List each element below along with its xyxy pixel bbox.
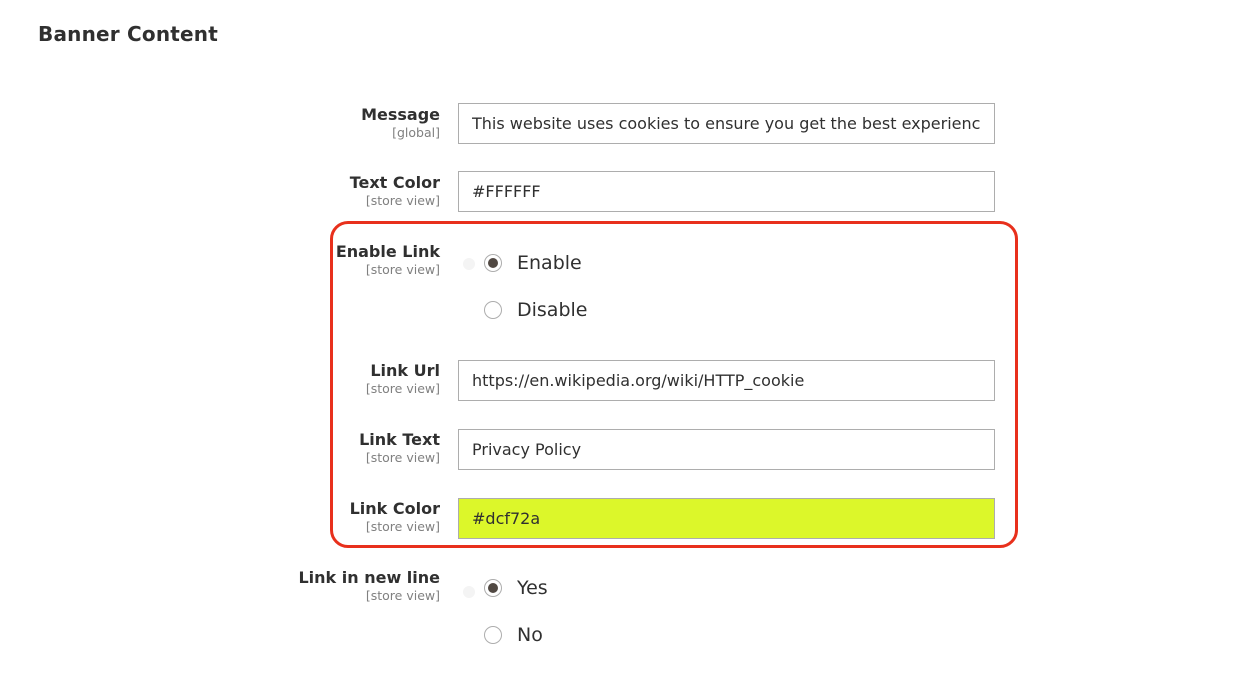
link-new-line-label-group: Link in new line [store view]: [298, 567, 440, 603]
link-text-label: Link Text: [359, 430, 440, 449]
link-color-label-group: Link Color [store view]: [350, 498, 440, 534]
text-color-label: Text Color: [349, 173, 440, 192]
link-url-input[interactable]: [458, 360, 995, 401]
link-new-line-decoration: [463, 586, 475, 598]
link-text-input[interactable]: [458, 429, 995, 470]
enable-link-label-group: Enable Link [store view]: [336, 241, 440, 277]
link-new-line-scope: [store view]: [365, 588, 440, 603]
message-label: Message: [361, 105, 440, 124]
link-url-label-group: Link Url [store view]: [366, 360, 440, 396]
link-color-input[interactable]: [458, 498, 995, 539]
enable-link-decoration: [463, 258, 475, 270]
link-text-scope: [store view]: [365, 450, 440, 465]
text-color-input[interactable]: [458, 171, 995, 212]
radio-enable-link-enable[interactable]: Enable: [484, 251, 582, 275]
radio-enable-link-disable[interactable]: Disable: [484, 298, 587, 322]
link-text-label-group: Link Text [store view]: [359, 429, 440, 465]
link-url-label: Link Url: [370, 361, 440, 380]
radio-link-new-line-no[interactable]: No: [484, 623, 543, 647]
text-color-label-group: Text Color [store view]: [350, 172, 440, 208]
link-url-scope: [store view]: [365, 381, 440, 396]
radio-unchecked-icon[interactable]: [484, 301, 502, 319]
enable-link-scope: [store view]: [365, 262, 440, 277]
link-color-label: Link Color: [349, 499, 440, 518]
radio-enable-label: Enable: [517, 252, 582, 274]
radio-no-label: No: [517, 624, 543, 646]
radio-checked-icon[interactable]: [484, 579, 502, 597]
message-scope: [global]: [392, 125, 440, 140]
radio-yes-label: Yes: [517, 577, 548, 599]
radio-unchecked-icon[interactable]: [484, 626, 502, 644]
radio-checked-icon[interactable]: [484, 254, 502, 272]
enable-link-label: Enable Link: [335, 242, 440, 261]
banner-content-page: Banner Content Message [global] Text Col…: [0, 0, 1249, 686]
radio-link-new-line-yes[interactable]: Yes: [484, 576, 548, 600]
radio-disable-label: Disable: [517, 299, 588, 321]
message-label-group: Message [global]: [361, 104, 440, 140]
section-title: Banner Content: [38, 22, 218, 46]
link-new-line-label: Link in new line: [298, 568, 440, 587]
message-input[interactable]: [458, 103, 995, 144]
text-color-scope: [store view]: [365, 193, 440, 208]
link-color-scope: [store view]: [365, 519, 440, 534]
